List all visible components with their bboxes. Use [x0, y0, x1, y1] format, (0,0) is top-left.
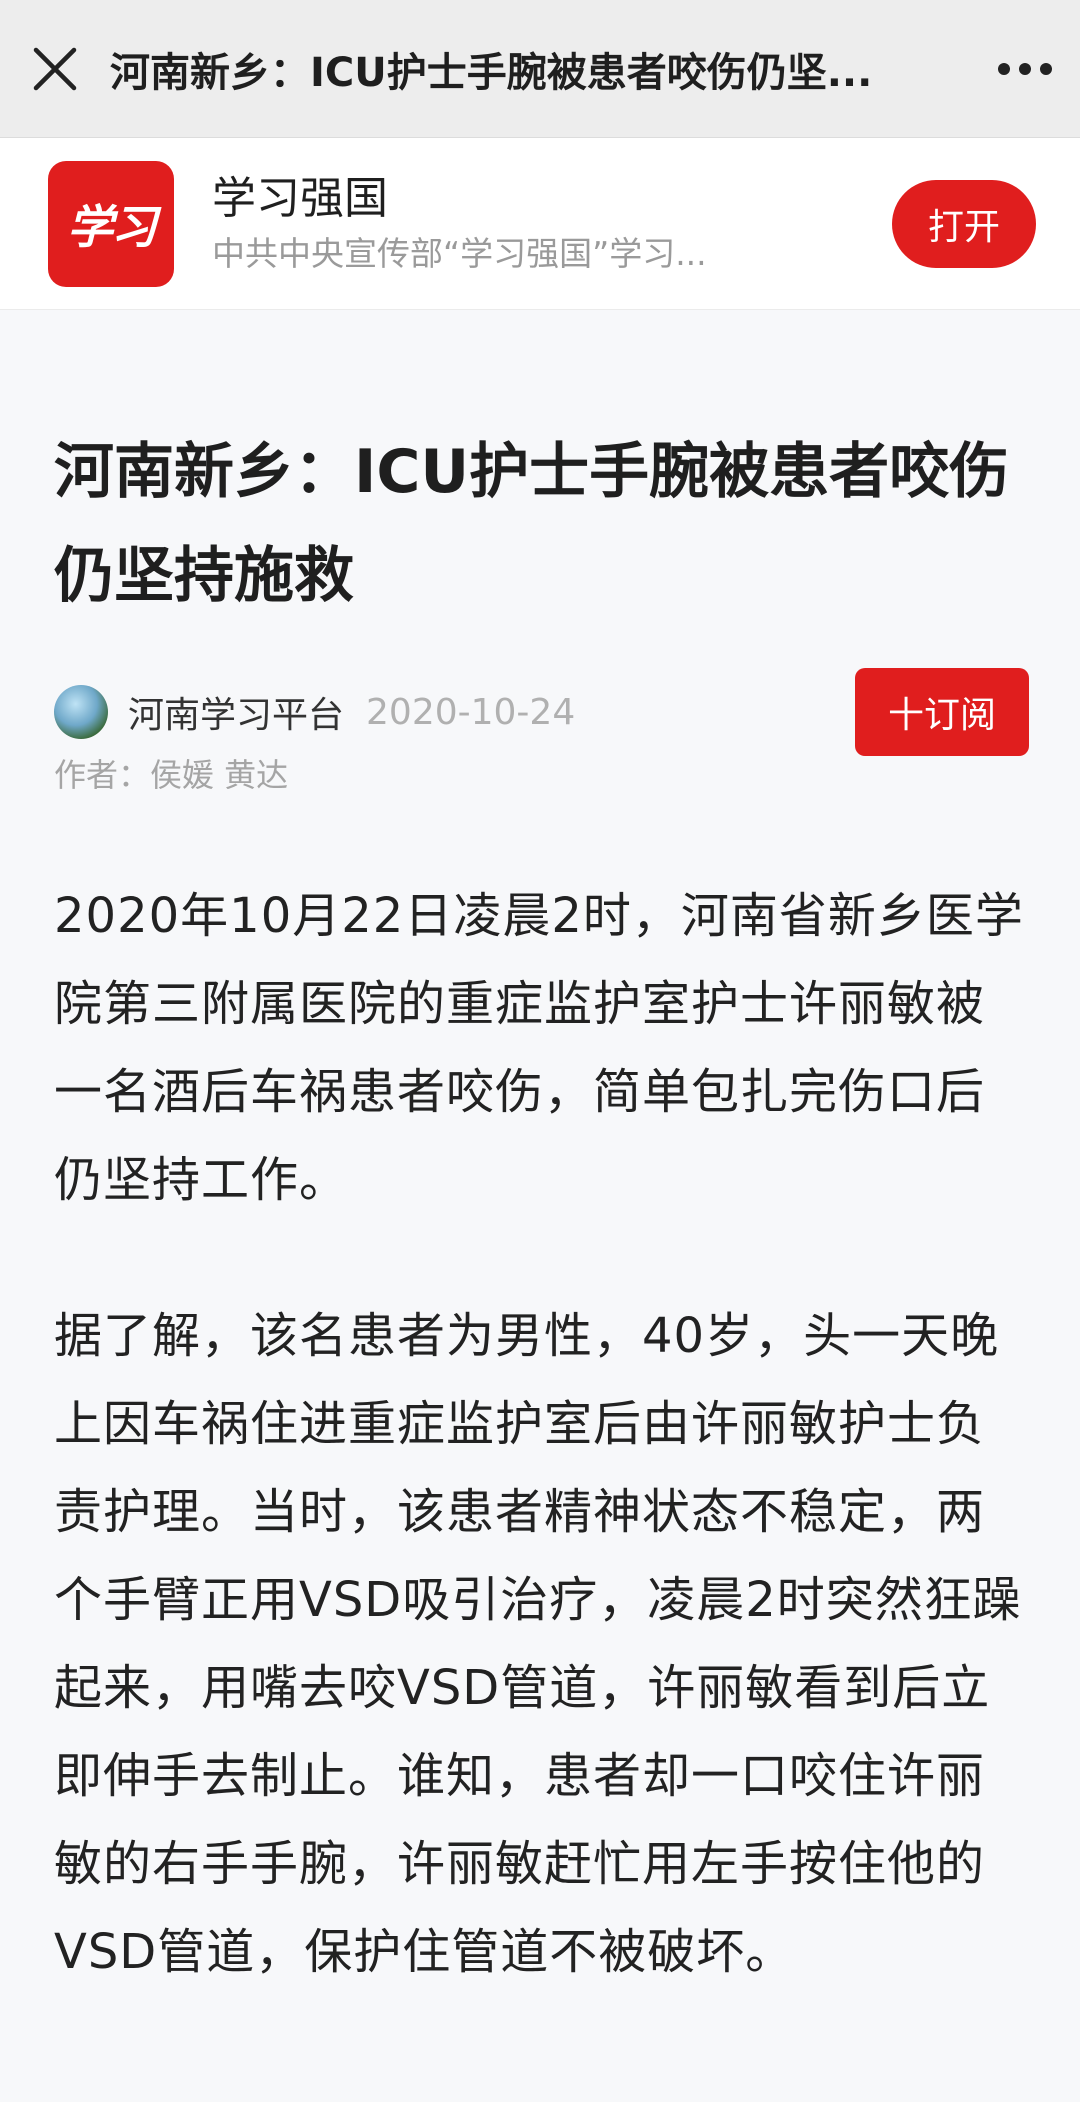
source-avatar[interactable] [54, 685, 108, 739]
page-title: 河南新乡：ICU护士手腕被患者咬伤仍坚... [110, 49, 873, 96]
app-name: 学习强国 [212, 172, 388, 224]
app-logo-text: 学习 [67, 199, 157, 254]
article-paragraph: 2020年10月22日凌晨2时，河南省新乡医学院第三附属医院的重症监护室护士许丽… [54, 888, 1024, 1208]
publish-date: 2020-10-24 [366, 691, 576, 733]
close-icon [33, 47, 77, 90]
app-info: 学习强国 中共中央宣传部“学习强国”学习... [212, 169, 892, 279]
article-title: 河南新乡：ICU护士手腕被患者咬伤仍坚持施救 [54, 437, 1010, 611]
more-options-button[interactable] [970, 0, 1080, 138]
article-meta: 河南学习平台 2020-10-24 十订阅 [54, 668, 1029, 756]
more-dots-icon [998, 62, 1052, 75]
app-description: 中共中央宣传部“学习强国”学习... [212, 233, 707, 273]
app-logo[interactable]: 学习 [48, 160, 174, 287]
open-app-button[interactable]: 打开 [892, 179, 1036, 268]
app-download-banner: 学习 学习强国 中共中央宣传部“学习强国”学习... 打开 [0, 138, 1080, 310]
article-paragraph: 据了解，该名患者为男性，40岁，头一天晚上因车祸住进重症监护室后由许丽敏护士负责… [54, 1308, 1022, 1980]
article-author: 作者：侯媛 黄达 [54, 756, 289, 794]
source-name[interactable]: 河南学习平台 [128, 686, 344, 738]
article: 河南新乡：ICU护士手腕被患者咬伤仍坚持施救 河南学习平台 2020-10-24… [54, 420, 1029, 1980]
close-button[interactable] [0, 0, 110, 138]
top-navigation-bar: 河南新乡：ICU护士手腕被患者咬伤仍坚... [0, 0, 1080, 138]
subscribe-button[interactable]: 十订阅 [855, 668, 1029, 756]
